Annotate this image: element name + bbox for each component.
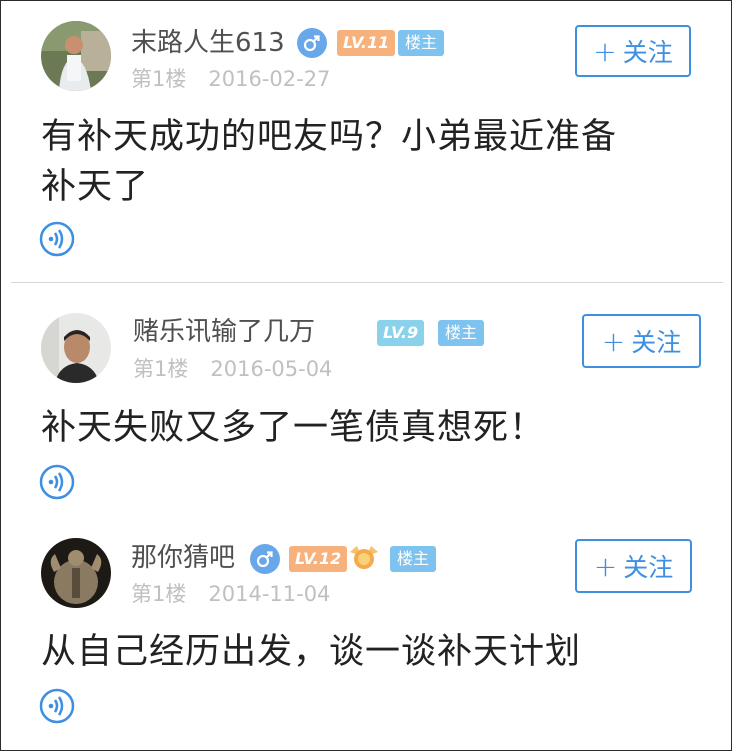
male-icon: [250, 544, 280, 574]
username[interactable]: 末路人生613: [131, 28, 285, 58]
content-line: 有补天成功的吧友吗？小弟最近准备: [41, 117, 618, 157]
post-content: 有补天成功的吧友吗？小弟最近准备 补天了: [41, 112, 617, 212]
avatar[interactable]: [41, 21, 111, 91]
floor-number: 第1楼: [133, 357, 189, 381]
post-date: 2016-02-27: [208, 67, 331, 91]
avatar[interactable]: [41, 538, 111, 608]
op-badge: 楼主: [390, 546, 437, 572]
post-item: 末路人生613 LV.11 楼主 第1楼 2016-02-27 + 关注 有补天成功…: [1, 1, 731, 282]
plus-icon: +: [593, 549, 618, 583]
avatar[interactable]: [41, 313, 111, 383]
post-meta: 第1楼 2016-02-27: [131, 66, 330, 92]
post-date: 2014-11-04: [208, 582, 331, 606]
follow-label: 关注: [622, 38, 673, 67]
follow-button[interactable]: + 关注: [575, 539, 692, 593]
post-date: 2016-05-04: [210, 357, 333, 381]
content-line: 补天了: [41, 167, 150, 207]
op-badge: 楼主: [398, 30, 445, 56]
follow-label: 关注: [631, 328, 682, 357]
post-content: 从自己经历出发，谈一谈补天计划: [41, 627, 581, 677]
follow-button[interactable]: + 关注: [582, 314, 701, 368]
level-badge: LV.12: [289, 546, 348, 572]
content-line: 补天失败又多了一笔债真想死！: [41, 408, 546, 448]
plus-icon: +: [601, 324, 626, 358]
voice-play-icon[interactable]: [39, 688, 75, 724]
username[interactable]: 赌乐讯输了几万: [133, 317, 315, 347]
level-badge: LV.11: [337, 30, 396, 56]
post-list: 末路人生613 LV.11 楼主 第1楼 2016-02-27 + 关注 有补天成功…: [0, 0, 732, 751]
post-meta: 第1楼 2016-05-04: [133, 356, 332, 382]
post-meta: 第1楼 2014-11-04: [131, 581, 330, 607]
level-badge: LV.9: [377, 320, 425, 346]
voice-play-icon[interactable]: [39, 464, 75, 500]
medal-icon: [350, 546, 378, 569]
op-badge: 楼主: [438, 320, 485, 346]
voice-play-icon[interactable]: [39, 221, 75, 257]
follow-label: 关注: [623, 553, 674, 582]
follow-button[interactable]: + 关注: [575, 25, 691, 77]
content-line: 从自己经历出发，谈一谈补天计划: [41, 632, 582, 672]
male-icon: [297, 28, 327, 58]
post-content: 补天失败又多了一笔债真想死！: [41, 403, 545, 453]
post-item: 那你猜吧 LV.12 楼主 第1楼 2014-11-04 + 关注 从自己经历出发，…: [1, 518, 731, 750]
username[interactable]: 那你猜吧: [131, 543, 235, 573]
plus-icon: +: [593, 34, 617, 68]
floor-number: 第1楼: [131, 582, 187, 606]
post-item: 赌乐讯输了几万 LV.9 楼主 第1楼 2016-05-04 + 关注 补天失败又多…: [1, 283, 731, 518]
floor-number: 第1楼: [131, 67, 187, 91]
